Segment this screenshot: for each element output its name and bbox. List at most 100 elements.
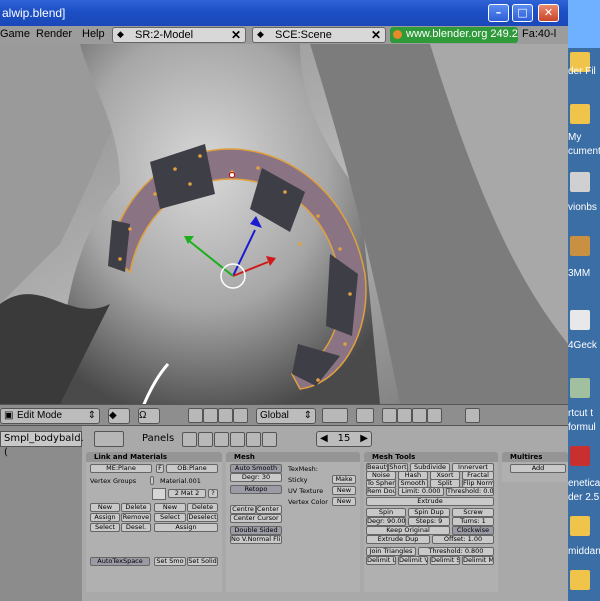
- menu-render[interactable]: Render: [36, 28, 72, 40]
- my-documents-icon[interactable]: [570, 104, 590, 124]
- menu-game[interactable]: Game: [0, 28, 30, 40]
- scene-selector[interactable]: ◆ SCE:Scene ✕: [252, 27, 386, 43]
- vgroup-new-button[interactable]: New: [90, 503, 120, 512]
- auto-smooth-toggle[interactable]: Auto Smooth: [230, 464, 282, 473]
- scene-delete-icon[interactable]: ✕: [371, 28, 381, 42]
- degr-field[interactable]: Degr: 90.00: [366, 517, 406, 526]
- folder-icon[interactable]: [570, 570, 590, 590]
- chevron-left-icon[interactable]: ◀: [320, 432, 328, 446]
- material-index[interactable]: 2 Mat 2: [168, 489, 206, 498]
- extrude-button[interactable]: Extrude: [366, 497, 494, 506]
- genetica-icon[interactable]: [570, 446, 590, 466]
- fake-user-toggle[interactable]: F: [156, 464, 164, 473]
- scene-browse-icon[interactable]: ◆: [257, 29, 264, 40]
- rotate-icon[interactable]: [218, 408, 233, 423]
- material-delete-button[interactable]: Delete: [187, 503, 218, 512]
- document-icon[interactable]: [570, 310, 590, 330]
- shortcut-icon[interactable]: [570, 378, 590, 398]
- mode-selector[interactable]: ▣ Edit Mode ⇕: [0, 408, 100, 424]
- vgroup-delete-button[interactable]: Delete: [121, 503, 151, 512]
- screen-selector[interactable]: ◆ SR:2-Model ✕: [112, 27, 246, 43]
- material-help-button[interactable]: ?: [208, 489, 218, 498]
- keep-original-toggle[interactable]: Keep Original: [366, 526, 450, 535]
- set-solid-button[interactable]: Set Solid: [187, 557, 218, 566]
- close-button[interactable]: ✕: [538, 4, 559, 22]
- limit-field[interactable]: Limit: 0.000: [398, 487, 444, 496]
- hand-icon[interactable]: [188, 408, 203, 423]
- material-new-button[interactable]: New: [154, 503, 186, 512]
- delimit-mat-toggle[interactable]: Delimit Mat: [462, 556, 494, 565]
- edge-select-icon[interactable]: [397, 408, 412, 423]
- shortcut-icon[interactable]: [570, 172, 590, 192]
- panel-multires-title[interactable]: Multires: [502, 452, 568, 462]
- scene-icon[interactable]: [262, 432, 277, 447]
- uv-texture-new-button[interactable]: New: [332, 486, 356, 495]
- panel-mesh-title[interactable]: Mesh: [226, 452, 360, 462]
- spin-button[interactable]: Spin: [366, 508, 406, 517]
- script-icon[interactable]: [198, 432, 213, 447]
- vertex-select-icon[interactable]: [382, 408, 397, 423]
- 3d-viewport[interactable]: [0, 44, 568, 404]
- join-triangles-button[interactable]: Join Triangles: [366, 547, 416, 556]
- offset-field[interactable]: Offset: 1.00: [432, 535, 494, 544]
- center-new-button[interactable]: Center New: [256, 505, 282, 514]
- scale-icon[interactable]: [233, 408, 248, 423]
- proportional-edit-icon[interactable]: [322, 408, 348, 423]
- orientation-selector[interactable]: Global ⇕: [256, 408, 316, 424]
- pivot-selector[interactable]: Ω: [138, 408, 160, 424]
- extrude-dup-button[interactable]: Extrude Dup: [366, 535, 430, 544]
- sticky-make-button[interactable]: Make: [332, 475, 356, 484]
- vgroup-browse[interactable]: [150, 476, 154, 485]
- spin-dup-button[interactable]: Spin Dup: [408, 508, 450, 517]
- vgroup-select-button[interactable]: Select: [90, 523, 120, 532]
- editing-icon[interactable]: [246, 432, 261, 447]
- screen-name[interactable]: SR:2-Model: [135, 29, 193, 41]
- screen-delete-icon[interactable]: ✕: [231, 28, 241, 42]
- occlude-icon[interactable]: [427, 408, 442, 423]
- chevron-right-icon[interactable]: ▶: [360, 432, 368, 446]
- menu-help[interactable]: Help: [82, 28, 105, 40]
- retopo-toggle[interactable]: Retopo: [230, 485, 282, 494]
- screen-browse-icon[interactable]: ◆: [117, 29, 124, 40]
- multires-add-button[interactable]: Add: [510, 464, 566, 473]
- clockwise-toggle[interactable]: Clockwise: [452, 526, 494, 535]
- no-vnormal-flip-toggle[interactable]: No V.Normal Flip: [230, 535, 282, 544]
- panel-link-materials-title[interactable]: Link and Materials: [86, 452, 222, 462]
- autotexspace-toggle[interactable]: AutoTexSpace: [90, 557, 150, 566]
- delimit-sharp-toggle[interactable]: Delimit Sharp: [430, 556, 460, 565]
- vgroup-remove-button[interactable]: Remove: [121, 513, 151, 522]
- centre-button[interactable]: Centre: [230, 505, 256, 514]
- material-select-button[interactable]: Select: [154, 513, 186, 522]
- screw-button[interactable]: Screw: [452, 508, 494, 517]
- set-smooth-button[interactable]: Set Smo: [154, 557, 186, 566]
- double-sided-toggle[interactable]: Double Sided: [230, 526, 282, 535]
- steps-field[interactable]: Steps: 9: [408, 517, 450, 526]
- face-select-icon[interactable]: [412, 408, 427, 423]
- buttons-menu[interactable]: [94, 431, 124, 447]
- scene-name[interactable]: SCE:Scene: [275, 29, 332, 41]
- frame-number[interactable]: ◀ 15 ▶: [316, 431, 372, 447]
- logic-icon[interactable]: [182, 432, 197, 447]
- vgroup-deselect-button[interactable]: Desel.: [121, 523, 151, 532]
- join-threshold-field[interactable]: Threshold: 0.800: [418, 547, 494, 556]
- draw-type-selector[interactable]: ◆: [108, 408, 130, 424]
- render-icon[interactable]: [465, 408, 480, 423]
- folder-icon[interactable]: [570, 516, 590, 536]
- vgroup-assign-button[interactable]: Assign: [90, 513, 120, 522]
- mesh-datablock[interactable]: ME:Plane: [90, 464, 152, 473]
- turns-field[interactable]: Turns: 1: [452, 517, 494, 526]
- delimit-vcol-toggle[interactable]: Delimit Vcol: [398, 556, 428, 565]
- center-cursor-button[interactable]: Center Cursor: [230, 514, 282, 523]
- vertex-color-new-button[interactable]: New: [332, 497, 356, 506]
- object-name-field[interactable]: Smpl_bodybald.(: [0, 431, 84, 458]
- viewport-canvas[interactable]: [0, 44, 568, 404]
- app-icon[interactable]: [570, 236, 590, 256]
- panel-mesh-tools-title[interactable]: Mesh Tools: [364, 452, 498, 462]
- autosmooth-degree[interactable]: Degr: 30: [230, 473, 282, 482]
- maximize-button[interactable]: □: [512, 4, 533, 22]
- rem-doubles-button[interactable]: Rem Doubles: [366, 487, 396, 496]
- object-datablock[interactable]: OB:Plane: [166, 464, 218, 473]
- minimize-button[interactable]: –: [488, 4, 509, 22]
- material-assign-button[interactable]: Assign: [154, 523, 218, 532]
- material-deselect-button[interactable]: Deselect: [187, 513, 218, 522]
